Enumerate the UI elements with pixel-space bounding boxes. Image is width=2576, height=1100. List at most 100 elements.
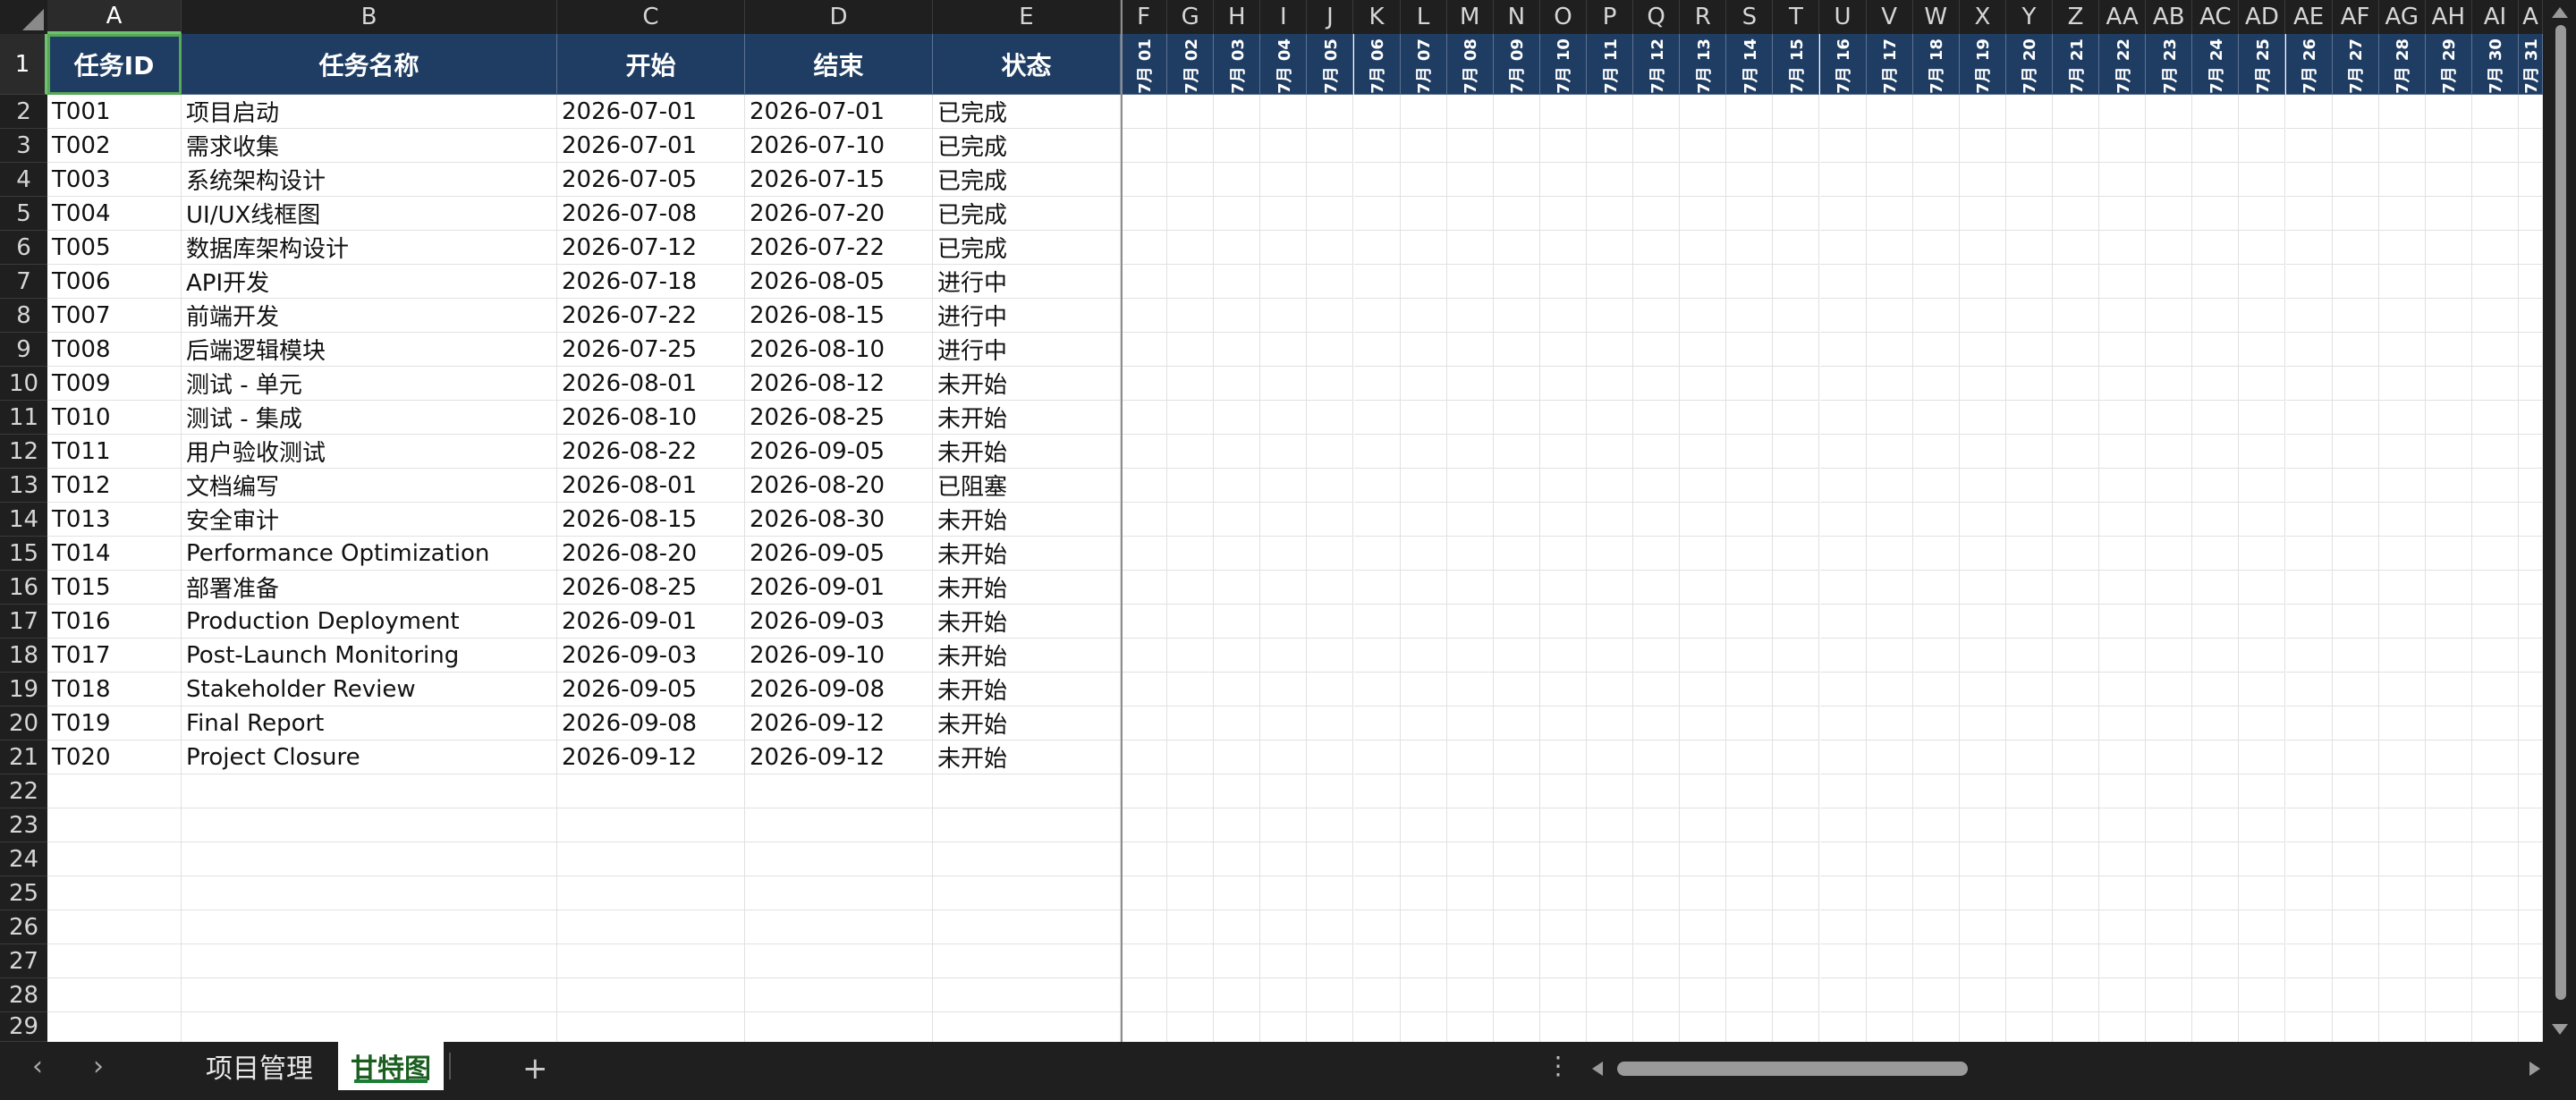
gantt-cell[interactable]: [2192, 503, 2240, 537]
gantt-cell[interactable]: [1214, 876, 1261, 910]
spreadsheet-grid[interactable]: A B C D E F G H I J K L M N O P Q R S T U V W X Y Z AA AB AC AD AE AF AG…: [0, 0, 2576, 1042]
gantt-cell[interactable]: [2519, 537, 2543, 571]
gantt-cell[interactable]: [2519, 944, 2543, 978]
task-id-cell[interactable]: T005: [47, 231, 182, 265]
gantt-cell[interactable]: [2146, 707, 2193, 740]
scroll-left-icon[interactable]: [1592, 1062, 1603, 1076]
gantt-cell[interactable]: [1167, 469, 1215, 503]
gantt-cell[interactable]: [1773, 639, 1820, 673]
gantt-cell[interactable]: [2239, 333, 2286, 367]
gantt-cell[interactable]: [1214, 673, 1261, 707]
date-header-cell[interactable]: 7月 09: [1493, 34, 1540, 95]
gantt-cell[interactable]: [2239, 469, 2286, 503]
gantt-cell[interactable]: [1726, 129, 1774, 163]
empty-cell[interactable]: [182, 876, 557, 910]
gantt-cell[interactable]: [2005, 808, 2053, 842]
column-header[interactable]: AA: [2099, 0, 2147, 34]
gantt-cell[interactable]: [1819, 808, 1867, 842]
task-id-cell[interactable]: T009: [47, 367, 182, 401]
gantt-cell[interactable]: [1540, 1012, 1587, 1042]
gantt-cell[interactable]: [2239, 740, 2286, 774]
task-end-cell[interactable]: 2026-09-08: [745, 673, 933, 707]
gantt-cell[interactable]: [2519, 503, 2543, 537]
gantt-cell[interactable]: [2471, 367, 2519, 401]
gantt-cell[interactable]: [1214, 842, 1261, 876]
gantt-cell[interactable]: [2425, 435, 2472, 469]
gantt-cell[interactable]: [1401, 1012, 1447, 1042]
gantt-cell[interactable]: [1167, 876, 1215, 910]
gantt-cell[interactable]: [2378, 910, 2426, 944]
task-name-cell[interactable]: 后端逻辑模块: [182, 333, 557, 367]
gantt-cell[interactable]: [1307, 95, 1354, 129]
gantt-cell[interactable]: [1167, 944, 1215, 978]
gantt-cell[interactable]: [2053, 163, 2100, 197]
task-end-cell[interactable]: 2026-08-10: [745, 333, 933, 367]
gantt-cell[interactable]: [1446, 435, 1494, 469]
row-header[interactable]: 14: [0, 503, 47, 537]
gantt-cell[interactable]: [1353, 333, 1401, 367]
gantt-cell[interactable]: [1726, 503, 1774, 537]
gantt-cell[interactable]: [2192, 707, 2240, 740]
gantt-cell[interactable]: [1912, 808, 1960, 842]
gantt-cell[interactable]: [1819, 129, 1867, 163]
gantt-cell[interactable]: [2425, 469, 2472, 503]
gantt-cell[interactable]: [2146, 197, 2193, 231]
gantt-cell[interactable]: [1539, 401, 1587, 435]
row-header[interactable]: 21: [0, 740, 47, 774]
gantt-cell[interactable]: [1587, 842, 1634, 876]
gantt-cell[interactable]: [1819, 910, 1867, 944]
gantt-cell[interactable]: [1959, 978, 2006, 1012]
gantt-cell[interactable]: [1819, 401, 1867, 435]
gantt-cell[interactable]: [2471, 469, 2519, 503]
gantt-cell[interactable]: [2146, 469, 2193, 503]
task-name-cell[interactable]: Post-Launch Monitoring: [182, 639, 557, 673]
gantt-cell[interactable]: [1167, 401, 1215, 435]
gantt-cell[interactable]: [1633, 605, 1681, 639]
task-start-cell[interactable]: 2026-08-15: [557, 503, 745, 537]
gantt-cell[interactable]: [1307, 707, 1354, 740]
gantt-cell[interactable]: [1214, 571, 1261, 605]
empty-cell[interactable]: [745, 876, 933, 910]
gantt-cell[interactable]: [2099, 876, 2147, 910]
gantt-cell[interactable]: [2519, 265, 2543, 299]
gantt-cell[interactable]: [1400, 639, 1447, 673]
gantt-cell[interactable]: [2005, 299, 2053, 333]
gantt-cell[interactable]: [1353, 639, 1401, 673]
gantt-cell[interactable]: [1353, 673, 1401, 707]
date-header-cell[interactable]: 7月 14: [1726, 34, 1774, 95]
gantt-cell[interactable]: [1959, 808, 2006, 842]
gantt-cell[interactable]: [1959, 367, 2006, 401]
gantt-cell[interactable]: [1307, 129, 1354, 163]
gantt-cell[interactable]: [1819, 774, 1867, 808]
gantt-cell[interactable]: [1353, 808, 1401, 842]
gantt-cell[interactable]: [1493, 469, 1540, 503]
gantt-cell[interactable]: [1260, 367, 1308, 401]
task-id-cell[interactable]: T017: [47, 639, 182, 673]
empty-cell[interactable]: [182, 910, 557, 944]
gantt-cell[interactable]: [1819, 537, 1867, 571]
gantt-cell[interactable]: [1400, 333, 1447, 367]
gantt-cell[interactable]: [1121, 197, 1168, 231]
task-start-cell[interactable]: 2026-07-05: [557, 163, 745, 197]
gantt-cell[interactable]: [1680, 197, 1727, 231]
gantt-cell[interactable]: [1307, 197, 1354, 231]
gantt-cell[interactable]: [2053, 95, 2100, 129]
task-end-cell[interactable]: 2026-08-30: [745, 503, 933, 537]
gantt-cell[interactable]: [2239, 95, 2286, 129]
gantt-cell[interactable]: [1773, 435, 1820, 469]
task-id-cell[interactable]: T010: [47, 401, 182, 435]
gantt-cell[interactable]: [1866, 639, 1913, 673]
gantt-cell[interactable]: [1587, 673, 1634, 707]
gantt-cell[interactable]: [2285, 537, 2333, 571]
gantt-cell[interactable]: [2471, 774, 2519, 808]
gantt-cell[interactable]: [1167, 639, 1215, 673]
gantt-cell[interactable]: [1866, 333, 1913, 367]
empty-cell[interactable]: [933, 1012, 1121, 1042]
gantt-cell[interactable]: [1121, 740, 1168, 774]
gantt-cell[interactable]: [2005, 503, 2053, 537]
header-cell-start[interactable]: 开始: [557, 34, 745, 95]
gantt-cell[interactable]: [2471, 95, 2519, 129]
gantt-cell[interactable]: [2425, 740, 2472, 774]
task-status-cell[interactable]: 已完成: [933, 163, 1121, 197]
gantt-cell[interactable]: [1726, 605, 1774, 639]
